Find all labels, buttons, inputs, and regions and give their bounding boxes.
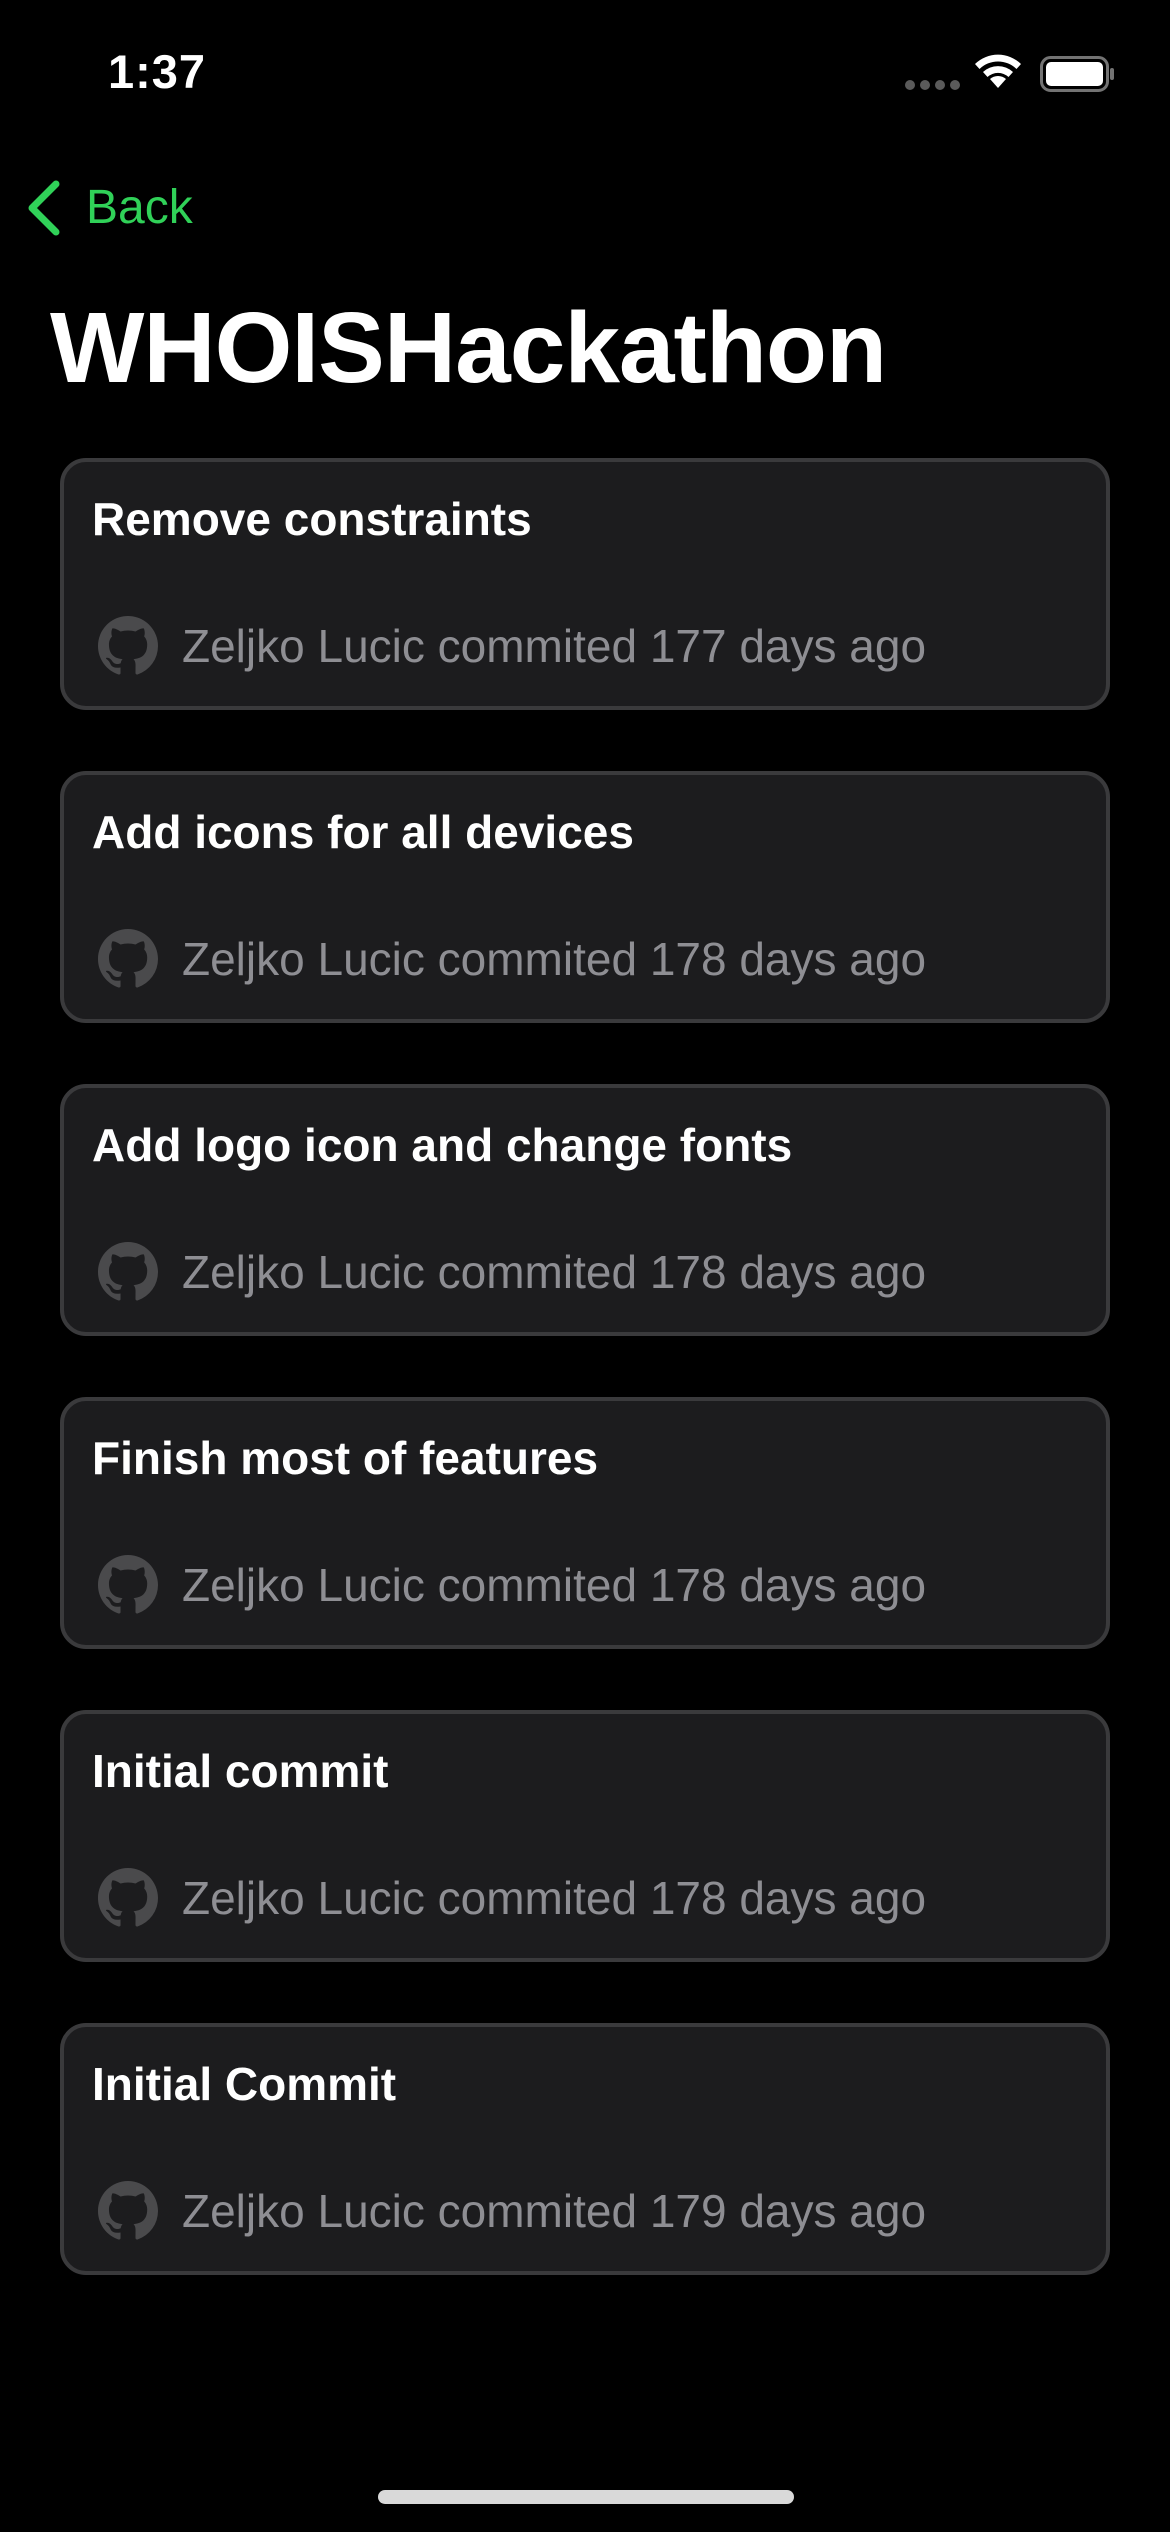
commit-meta: Zeljko Lucic commited 179 days ago [98,2179,926,2243]
commit-message: Initial commit [92,1745,389,1797]
commit-author-line: Zeljko Lucic commited 178 days ago [182,933,927,985]
commit-meta: Zeljko Lucic commited 178 days ago [98,1866,926,1930]
github-icon [98,2181,158,2240]
back-label: Back [86,181,193,234]
back-button[interactable]: Back [22,172,193,244]
commit-author-line: Zeljko Lucic commited 178 days ago [182,1559,927,1611]
commit-meta: Zeljko Lucic commited 178 days ago [98,927,926,991]
commit-card[interactable]: Remove constraints Zeljko Lucic commited… [60,458,1110,710]
wifi-icon [975,54,1021,88]
commit-message: Add logo icon and change fonts [92,1119,793,1171]
battery-icon [1040,56,1114,92]
commit-author-line: Zeljko Lucic commited 177 days ago [182,620,927,672]
page-title: WHOISHackathon [50,292,887,404]
commit-card[interactable]: Add icons for all devices Zeljko Lucic c… [60,771,1110,1023]
github-icon [98,1555,158,1614]
commit-author-line: Zeljko Lucic commited 178 days ago [182,1872,927,1924]
github-icon [98,1242,158,1301]
commit-card[interactable]: Initial commit Zeljko Lucic commited 178… [60,1710,1110,1962]
commit-meta: Zeljko Lucic commited 177 days ago [98,614,926,678]
home-indicator[interactable] [378,2490,794,2504]
commit-card[interactable]: Add logo icon and change fonts Zeljko Lu… [60,1084,1110,1336]
commit-card[interactable]: Initial Commit Zeljko Lucic commited 179… [60,2023,1110,2275]
commit-message: Finish most of features [92,1432,599,1484]
commit-list: Remove constraints Zeljko Lucic commited… [60,458,1110,2336]
commit-message: Initial Commit [92,2058,397,2110]
github-icon [98,1868,158,1927]
commit-card[interactable]: Finish most of features Zeljko Lucic com… [60,1397,1110,1649]
cellular-signal-icon [905,80,961,90]
status-time: 1:37 [108,45,207,98]
github-icon [98,929,158,988]
commit-author-line: Zeljko Lucic commited 178 days ago [182,1246,927,1298]
commit-message: Add icons for all devices [92,806,634,858]
status-bar: 1:37 [0,0,1170,150]
commit-meta: Zeljko Lucic commited 178 days ago [98,1240,926,1304]
github-icon [98,616,158,675]
chevron-left-icon [28,180,60,236]
commit-author-line: Zeljko Lucic commited 179 days ago [182,2185,927,2237]
commit-meta: Zeljko Lucic commited 178 days ago [98,1553,926,1617]
commit-message: Remove constraints [92,493,532,545]
